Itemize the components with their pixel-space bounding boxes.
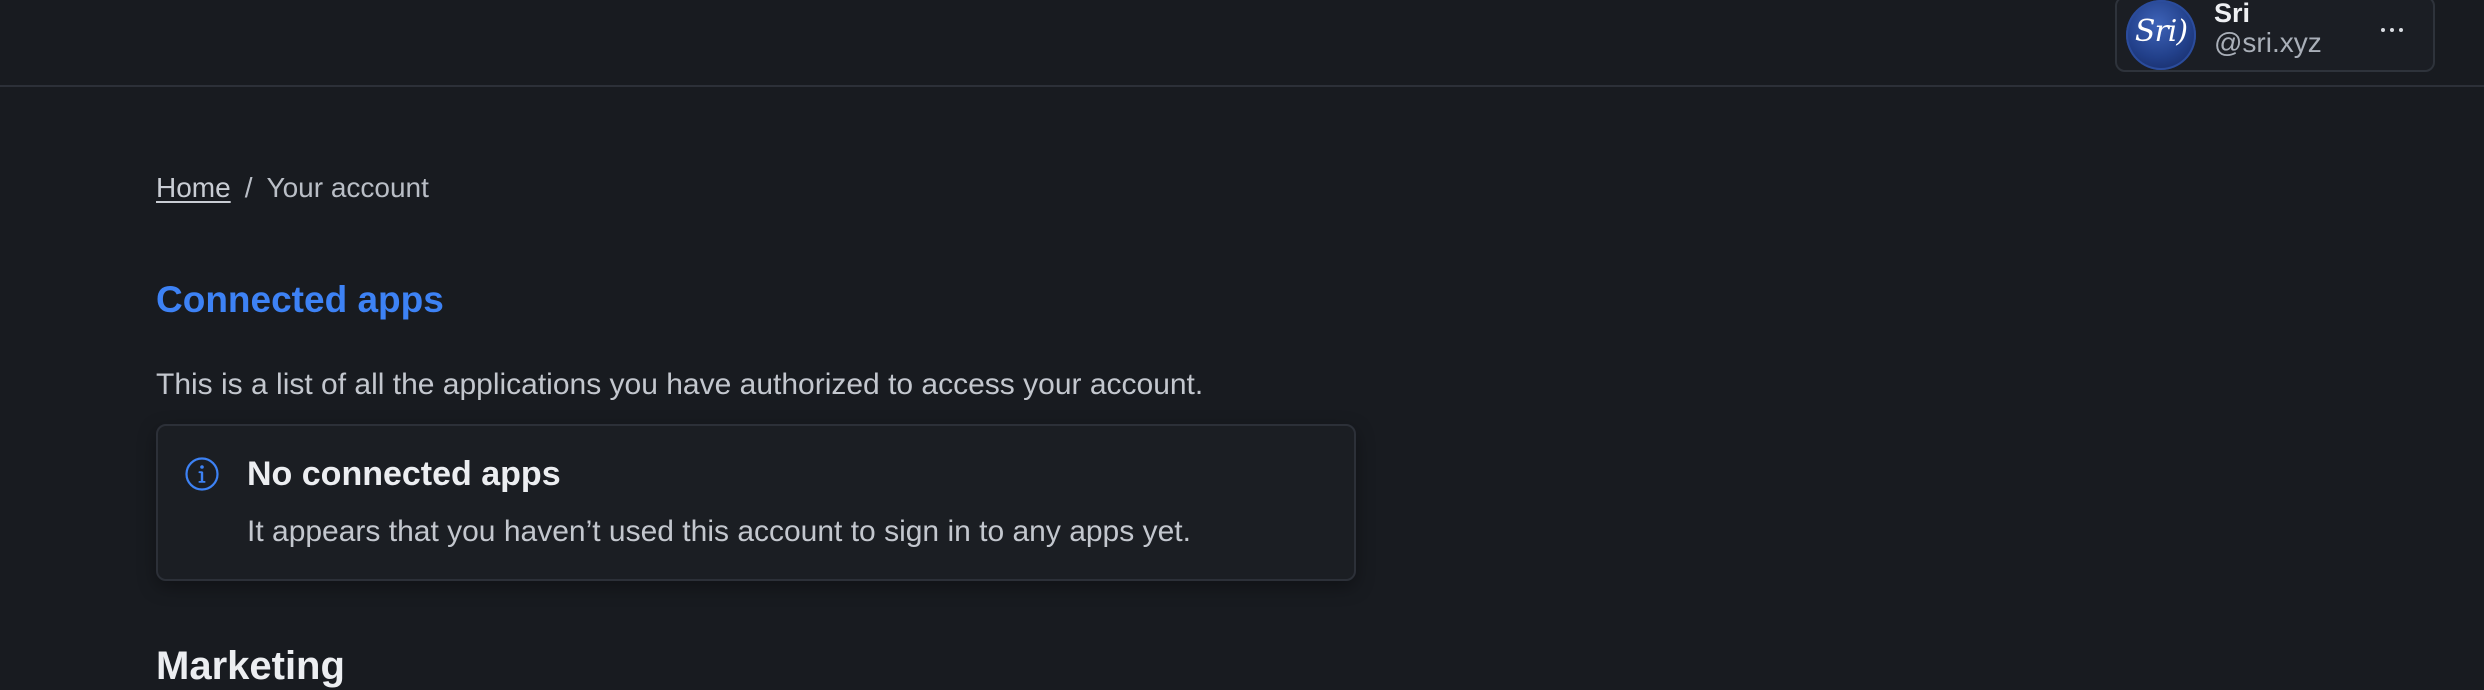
account-name: Sri — [2214, 0, 2251, 28]
more-dot — [2390, 28, 2394, 32]
avatar-signature: Sri) — [2134, 14, 2188, 49]
more-options-button[interactable] — [2370, 12, 2414, 48]
account-menu[interactable]: Sri) Sri @sri.xyz — [2115, 0, 2435, 72]
avatar: Sri) — [2126, 0, 2196, 70]
page-title: Connected apps — [156, 279, 444, 320]
section-heading-marketing: Marketing — [156, 644, 345, 688]
breadcrumb: Home / Your account — [156, 172, 429, 204]
notice-title: No connected apps — [247, 455, 561, 493]
more-dot — [2399, 28, 2403, 32]
breadcrumb-separator: / — [244, 172, 253, 203]
account-handle: @sri.xyz — [2214, 27, 2322, 58]
info-icon — [185, 457, 219, 491]
breadcrumb-home-link[interactable]: Home — [156, 172, 231, 203]
top-bar: Sri) Sri @sri.xyz — [0, 0, 2484, 87]
page-description: This is a list of all the applications y… — [156, 368, 1204, 401]
notice-body: It appears that you haven’t used this ac… — [247, 515, 1191, 548]
more-dots-icon — [2381, 28, 2385, 32]
empty-state-notice: No connected apps It appears that you ha… — [156, 424, 1356, 581]
breadcrumb-current: Your account — [266, 172, 429, 203]
